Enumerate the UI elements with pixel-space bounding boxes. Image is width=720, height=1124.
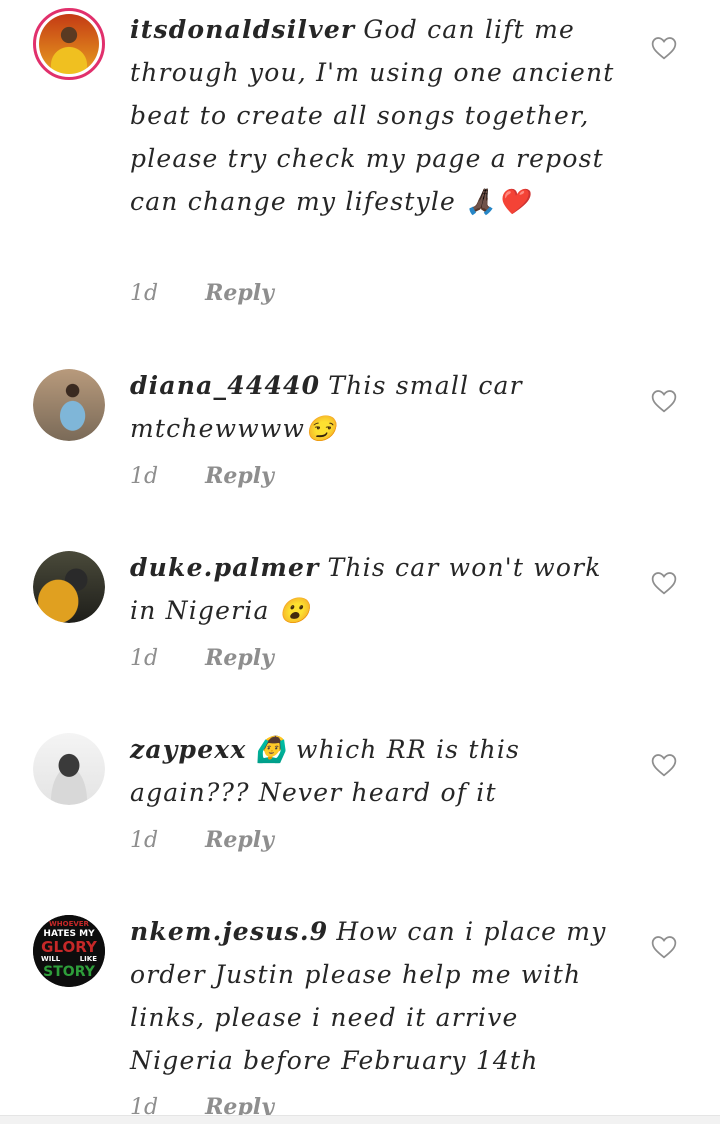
avatar[interactable] xyxy=(33,733,105,805)
comment-meta: 1d Reply xyxy=(130,463,274,489)
heart-outline-icon[interactable] xyxy=(651,571,677,595)
comment-meta: 1d Reply xyxy=(130,827,274,853)
avatar-text-line: WHOEVER xyxy=(49,920,89,928)
avatar-text-line: STORY xyxy=(43,964,95,980)
avatar-image xyxy=(33,369,105,441)
comment-username[interactable]: itsdonaldsilver xyxy=(130,15,355,44)
comment-time: 1d xyxy=(130,646,159,671)
comment-text-block: nkem.jesus.9 How can i place my order Jus… xyxy=(130,910,630,1082)
comment-text-block: zaypexx 🙆‍♂️ which RR is this again??? Ne… xyxy=(130,728,630,814)
reply-button[interactable]: Reply xyxy=(205,645,274,671)
avatar-image xyxy=(33,551,105,623)
avatar[interactable] xyxy=(33,369,105,441)
comment-time: 1d xyxy=(130,828,159,853)
avatar-text-line: LIKE xyxy=(79,955,97,963)
reply-button[interactable]: Reply xyxy=(205,280,274,306)
reply-button[interactable]: Reply xyxy=(205,827,274,853)
heart-outline-icon[interactable] xyxy=(651,753,677,777)
comment-meta: 1d Reply xyxy=(130,280,274,306)
comment-text-block: itsdonaldsilver God can lift me through y… xyxy=(130,8,630,223)
avatar-image: WHOEVER HATES MY GLORY WILL LIKE STORY xyxy=(33,915,105,987)
comment-time: 1d xyxy=(130,464,159,489)
comment-text-block: diana_44440 This small car mtchewwww😏 xyxy=(130,364,630,450)
comment-username[interactable]: diana_44440 xyxy=(130,371,320,400)
avatar[interactable] xyxy=(33,551,105,623)
heart-outline-icon[interactable] xyxy=(651,389,677,413)
comment-username[interactable]: zaypexx xyxy=(130,735,247,764)
avatar-text-line: GLORY xyxy=(41,938,97,956)
comment-username[interactable]: duke.palmer xyxy=(130,553,320,582)
avatar-text-line: WILL xyxy=(41,955,61,963)
comment-body: God can lift me through you, I'm using o… xyxy=(130,15,615,216)
avatar-image xyxy=(39,14,99,74)
reply-button[interactable]: Reply xyxy=(205,463,274,489)
comment-meta: 1d Reply xyxy=(130,645,274,671)
comment-username[interactable]: nkem.jesus.9 xyxy=(130,917,328,946)
comment-text-block: duke.palmer This car won't work in Nigeri… xyxy=(130,546,630,632)
comment-time: 1d xyxy=(130,281,159,306)
avatar-image xyxy=(33,733,105,805)
heart-outline-icon[interactable] xyxy=(651,935,677,959)
heart-outline-icon[interactable] xyxy=(651,36,677,60)
avatar[interactable] xyxy=(33,8,105,80)
avatar[interactable]: WHOEVER HATES MY GLORY WILL LIKE STORY xyxy=(33,915,105,987)
